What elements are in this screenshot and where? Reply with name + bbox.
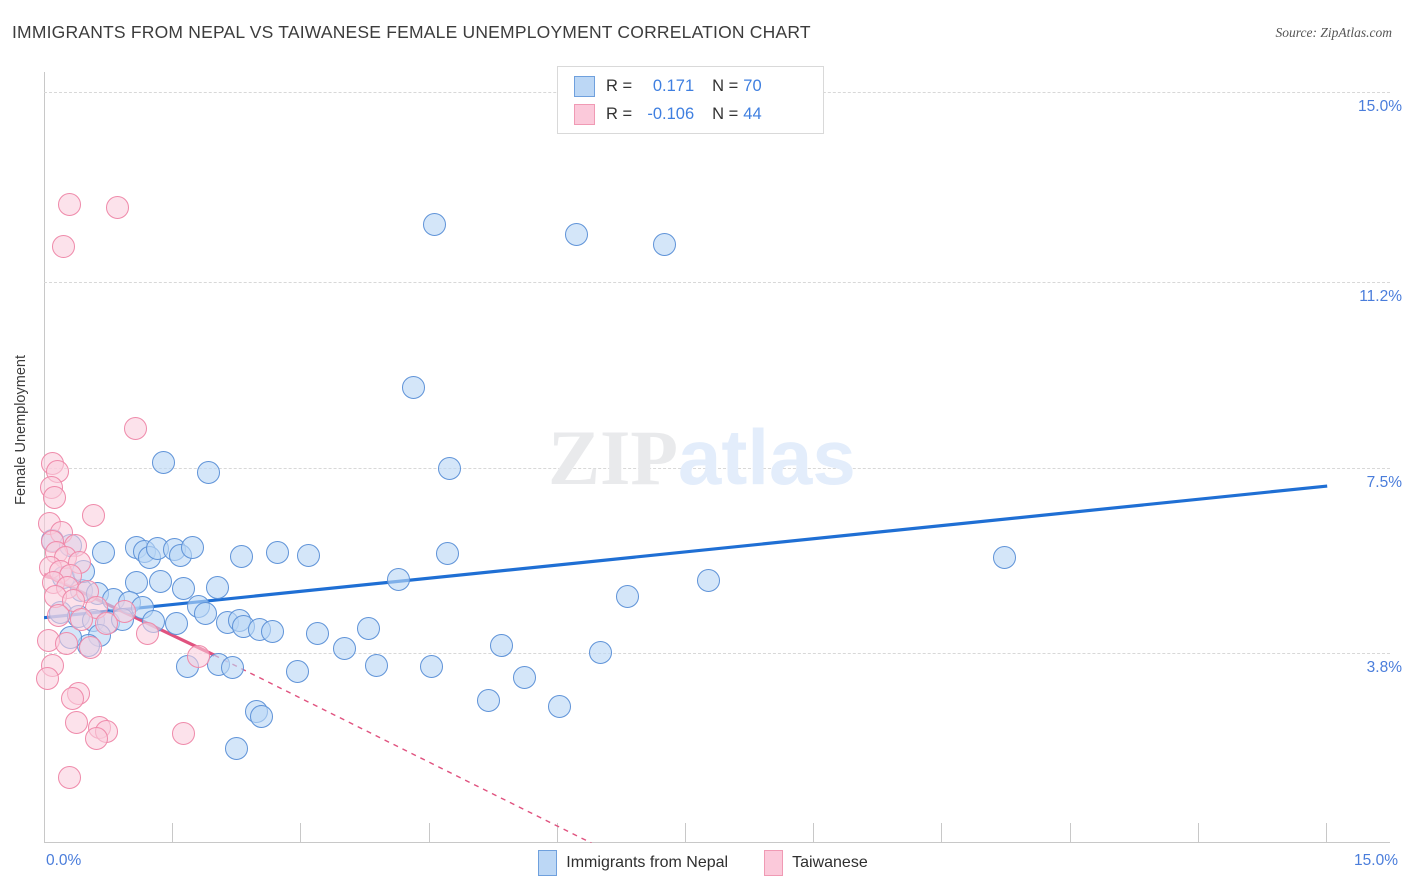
scatter-point <box>229 545 253 569</box>
series-legend-label-taiwanese[interactable]: Taiwanese <box>792 854 868 872</box>
scatter-point <box>52 234 76 258</box>
correlation-legend: R = 0.171 N = 70 R = -0.106 N = 44 <box>557 66 824 134</box>
scatter-point <box>81 503 105 527</box>
scatter-point <box>57 193 81 217</box>
scatter-point <box>364 653 388 677</box>
scatter-point <box>564 222 588 246</box>
n-label-taiwanese: N = <box>712 104 739 123</box>
scatter-point <box>196 461 220 485</box>
scatter-point <box>285 660 309 684</box>
series-legend: Immigrants from Nepal Taiwanese <box>0 850 1406 876</box>
n-value-taiwanese: 44 <box>743 104 762 123</box>
y-axis-tick-label: 3.8% <box>1366 658 1402 676</box>
scatter-point <box>265 541 289 565</box>
scatter-point <box>588 641 612 665</box>
n-label-nepal: N = <box>712 76 739 95</box>
scatter-point <box>91 541 115 565</box>
y-axis-title: Female Unemployment <box>13 355 29 505</box>
trend-line-extension-taiwanese <box>214 654 592 843</box>
r-value-taiwanese: -0.106 <box>647 104 695 123</box>
scatter-point <box>54 632 78 656</box>
r-label-taiwanese: R = <box>606 104 633 123</box>
scatter-point <box>249 705 273 729</box>
page-title: IMMIGRANTS FROM NEPAL VS TAIWANESE FEMAL… <box>12 22 811 42</box>
scatter-point <box>64 711 88 735</box>
scatter-point <box>476 688 500 712</box>
scatter-point <box>171 722 195 746</box>
series-legend-label-nepal[interactable]: Immigrants from Nepal <box>566 854 728 872</box>
scatter-point <box>135 622 159 646</box>
series-legend-swatch-nepal[interactable] <box>538 850 558 876</box>
scatter-point <box>57 766 81 790</box>
r-value-nepal: 0.171 <box>652 76 695 95</box>
legend-swatch-nepal <box>574 75 595 97</box>
scatter-point <box>512 666 536 690</box>
scatter-point <box>205 576 229 600</box>
scatter-point <box>992 546 1016 570</box>
scatter-point <box>696 568 720 592</box>
plot-area <box>36 72 1390 843</box>
trend-lines <box>44 484 1328 843</box>
y-axis-tick-label: 15.0% <box>1358 98 1402 116</box>
legend-row-nepal: R = 0.171 N = 70 <box>574 73 762 99</box>
scatter-point <box>615 585 639 609</box>
scatter-point <box>490 633 514 657</box>
scatter-point <box>386 568 410 592</box>
scatter-point <box>84 727 108 751</box>
r-label-nepal: R = <box>606 76 633 95</box>
scatter-point <box>186 645 210 669</box>
scatter-point <box>124 416 148 440</box>
source-attribution: Source: ZipAtlas.com <box>1275 25 1392 40</box>
y-axis-tick-label: 7.5% <box>1366 473 1402 491</box>
legend-row-taiwanese: R = -0.106 N = 44 <box>574 101 762 127</box>
n-value-nepal: 70 <box>743 76 762 95</box>
scatter-point <box>151 451 175 474</box>
scatter-point <box>438 456 462 480</box>
y-axis-tick-label: 11.2% <box>1359 288 1402 306</box>
scatter-point <box>106 195 130 219</box>
series-legend-swatch-taiwanese[interactable] <box>764 850 784 876</box>
scatter-point <box>46 603 70 627</box>
scatter-point <box>422 212 446 236</box>
legend-swatch-taiwanese <box>574 103 595 125</box>
